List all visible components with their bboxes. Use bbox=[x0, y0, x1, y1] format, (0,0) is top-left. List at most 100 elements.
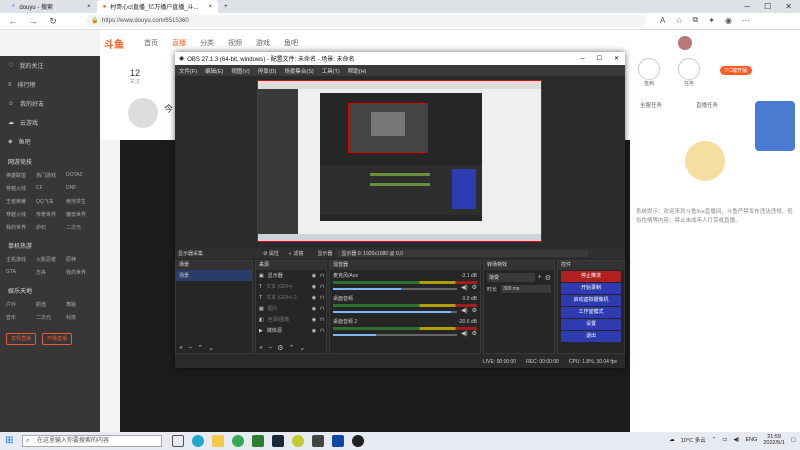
add-icon[interactable]: + bbox=[538, 274, 542, 281]
douyu-logo[interactable]: 斗鱼 bbox=[104, 36, 124, 51]
lock-icon[interactable]: ⊓ bbox=[320, 317, 324, 323]
properties-button[interactable]: ⚙ 属性 bbox=[263, 250, 279, 257]
nav-games[interactable]: 游戏 bbox=[256, 38, 270, 48]
language-indicator[interactable]: ENG bbox=[745, 437, 757, 443]
new-tab-button[interactable]: + bbox=[218, 0, 234, 13]
gear-icon[interactable]: ⚙ bbox=[277, 344, 283, 352]
menu-edit[interactable]: 编辑(E) bbox=[205, 67, 223, 75]
menu-tools[interactable]: 工具(T) bbox=[322, 67, 340, 75]
category-link[interactable]: 绝地求生 bbox=[66, 198, 94, 205]
category-link[interactable]: 魔兽世界 bbox=[66, 211, 94, 218]
browser-tab[interactable]: ⌕ douyu - 搜索 × bbox=[6, 0, 97, 13]
category-link[interactable]: 音乐 bbox=[6, 314, 34, 321]
duration-input[interactable]: 300 ms bbox=[501, 285, 551, 293]
start-virtual-camera-button[interactable]: 启动虚拟摄像机 bbox=[561, 295, 621, 306]
sidebar-item-yuba[interactable]: ◈ 鱼吧 bbox=[0, 132, 100, 151]
category-link[interactable]: 穿越火线 bbox=[6, 185, 34, 192]
menu-file[interactable]: 文件(F) bbox=[179, 67, 197, 75]
obs-taskbar-icon[interactable] bbox=[352, 435, 364, 447]
minimize-icon[interactable]: ─ bbox=[580, 56, 584, 62]
category-link[interactable]: 王者荣耀 bbox=[6, 198, 34, 205]
global-task-link[interactable]: 全服任务 bbox=[640, 101, 662, 109]
transition-select[interactable]: 渐变 bbox=[487, 273, 535, 282]
app-icon[interactable] bbox=[332, 435, 344, 447]
move-down-icon[interactable]: ⌄ bbox=[299, 344, 305, 352]
category-link[interactable]: 舞蹈 bbox=[66, 301, 94, 308]
add-icon[interactable]: + bbox=[259, 345, 263, 352]
volume-slider[interactable] bbox=[333, 288, 457, 290]
url-field[interactable]: 🔒 https://www.douyu.com/6515360 bbox=[86, 15, 646, 27]
signin-entry[interactable]: 签到 bbox=[638, 58, 660, 87]
menu-scene-collection[interactable]: 场景集合(S) bbox=[284, 67, 313, 75]
category-link[interactable]: 科技 bbox=[66, 314, 94, 321]
settings-button[interactable]: 设置 bbox=[561, 319, 621, 330]
nav-live[interactable]: 直播 bbox=[172, 38, 186, 48]
volume-icon[interactable]: ◀) bbox=[733, 437, 739, 443]
menu-help[interactable]: 帮助(H) bbox=[348, 67, 367, 75]
category-link[interactable]: 穿越火线 bbox=[6, 211, 34, 218]
lock-icon[interactable]: ⊓ bbox=[320, 306, 324, 312]
category-link[interactable]: DOTA2 bbox=[66, 172, 94, 179]
maximize-icon[interactable]: ☐ bbox=[597, 55, 602, 62]
tray-arrow-icon[interactable]: ⌃ bbox=[712, 437, 717, 443]
move-up-icon[interactable]: ⌃ bbox=[197, 344, 203, 352]
edge-icon[interactable] bbox=[192, 435, 204, 447]
app-icon[interactable] bbox=[252, 435, 264, 447]
favorite-icon[interactable]: ☆ bbox=[675, 16, 682, 25]
menu-dock[interactable]: 停靠(D) bbox=[258, 67, 277, 75]
stop-streaming-button[interactable]: 停止推流 bbox=[561, 271, 621, 282]
source-item[interactable]: T 文本 (GDI+) ◉ ⊓ bbox=[256, 281, 326, 292]
close-window-icon[interactable]: ✕ bbox=[614, 55, 619, 62]
speaker-icon[interactable]: ◀) bbox=[461, 330, 468, 337]
category-link[interactable]: 方舟 bbox=[36, 269, 64, 276]
display-select[interactable]: 显示器 0: 1920x1080 @ 0,0 bbox=[338, 249, 589, 257]
sidebar-item-rank[interactable]: ≡ 排行榜 bbox=[0, 75, 100, 94]
extensions-icon[interactable]: ✦ bbox=[708, 16, 715, 25]
add-icon[interactable]: + bbox=[179, 345, 183, 352]
source-item[interactable]: T 文本 (GDI+) 2 ◉ ⊓ bbox=[256, 292, 326, 303]
category-link[interactable]: CF bbox=[36, 185, 64, 192]
start-live-button[interactable]: 开播直播 bbox=[42, 333, 73, 345]
taskbar-search-input[interactable]: ⌕ 在这里输入你要搜索的内容 bbox=[22, 435, 162, 447]
lock-icon[interactable]: ⊓ bbox=[320, 273, 324, 279]
discover-live-button[interactable]: 发现直播 bbox=[6, 333, 37, 345]
category-link[interactable]: 传奇世界 bbox=[36, 211, 64, 218]
scene-item[interactable]: 场景 bbox=[176, 270, 252, 281]
close-window-icon[interactable]: ✕ bbox=[785, 2, 792, 11]
move-down-icon[interactable]: ⌄ bbox=[208, 344, 214, 352]
category-link[interactable]: 原神 bbox=[66, 256, 94, 263]
category-link[interactable]: 我的世界 bbox=[6, 224, 34, 231]
windows-start-icon[interactable]: ⊞ bbox=[5, 435, 13, 446]
treasure-box-icon[interactable] bbox=[755, 101, 795, 151]
gear-icon[interactable]: ⚙ bbox=[472, 307, 477, 314]
source-item[interactable]: ▶ 媒体源 ◉ ⊓ bbox=[256, 325, 326, 336]
reader-icon[interactable]: A bbox=[660, 16, 665, 25]
chrome-icon[interactable] bbox=[232, 435, 244, 447]
eye-icon[interactable]: ◉ bbox=[312, 273, 316, 279]
weather-text[interactable]: 10°C 多云 bbox=[681, 436, 706, 444]
category-link[interactable]: 颜值 bbox=[36, 301, 64, 308]
source-item[interactable]: ▣ 显示器 ◉ ⊓ bbox=[256, 270, 326, 281]
file-explorer-icon[interactable] bbox=[212, 435, 224, 447]
live-task-link[interactable]: 直播任务 bbox=[696, 101, 718, 109]
eye-icon[interactable]: ◉ bbox=[312, 328, 316, 334]
gear-icon[interactable]: ⚙ bbox=[472, 330, 477, 337]
start-recording-button[interactable]: 开始录制 bbox=[561, 283, 621, 294]
gear-icon[interactable]: ⚙ bbox=[545, 274, 551, 282]
nav-video[interactable]: 视频 bbox=[228, 38, 242, 48]
reload-icon[interactable]: ↻ bbox=[46, 14, 60, 28]
notification-icon[interactable]: ▢ bbox=[791, 437, 796, 443]
category-link[interactable]: 我的世界 bbox=[66, 269, 94, 276]
app-icon[interactable] bbox=[292, 435, 304, 447]
nav-category[interactable]: 分类 bbox=[200, 38, 214, 48]
move-up-icon[interactable]: ⌃ bbox=[288, 344, 294, 352]
obs-titlebar[interactable]: ◉ OBS 27.1.3 (64-bit, windows) - 配置文件: 未… bbox=[175, 52, 625, 65]
category-link[interactable]: 英雄联盟 bbox=[6, 172, 34, 179]
category-link[interactable]: DNF bbox=[66, 185, 94, 192]
app-icon[interactable] bbox=[312, 435, 324, 447]
sidebar-item-follow[interactable]: ♡ 我的关注 bbox=[0, 56, 100, 75]
lock-icon[interactable]: ⊓ bbox=[320, 328, 324, 334]
remove-icon[interactable]: − bbox=[268, 345, 272, 352]
category-link[interactable]: 二次元 bbox=[66, 224, 94, 231]
category-link[interactable]: GTA bbox=[6, 269, 34, 276]
